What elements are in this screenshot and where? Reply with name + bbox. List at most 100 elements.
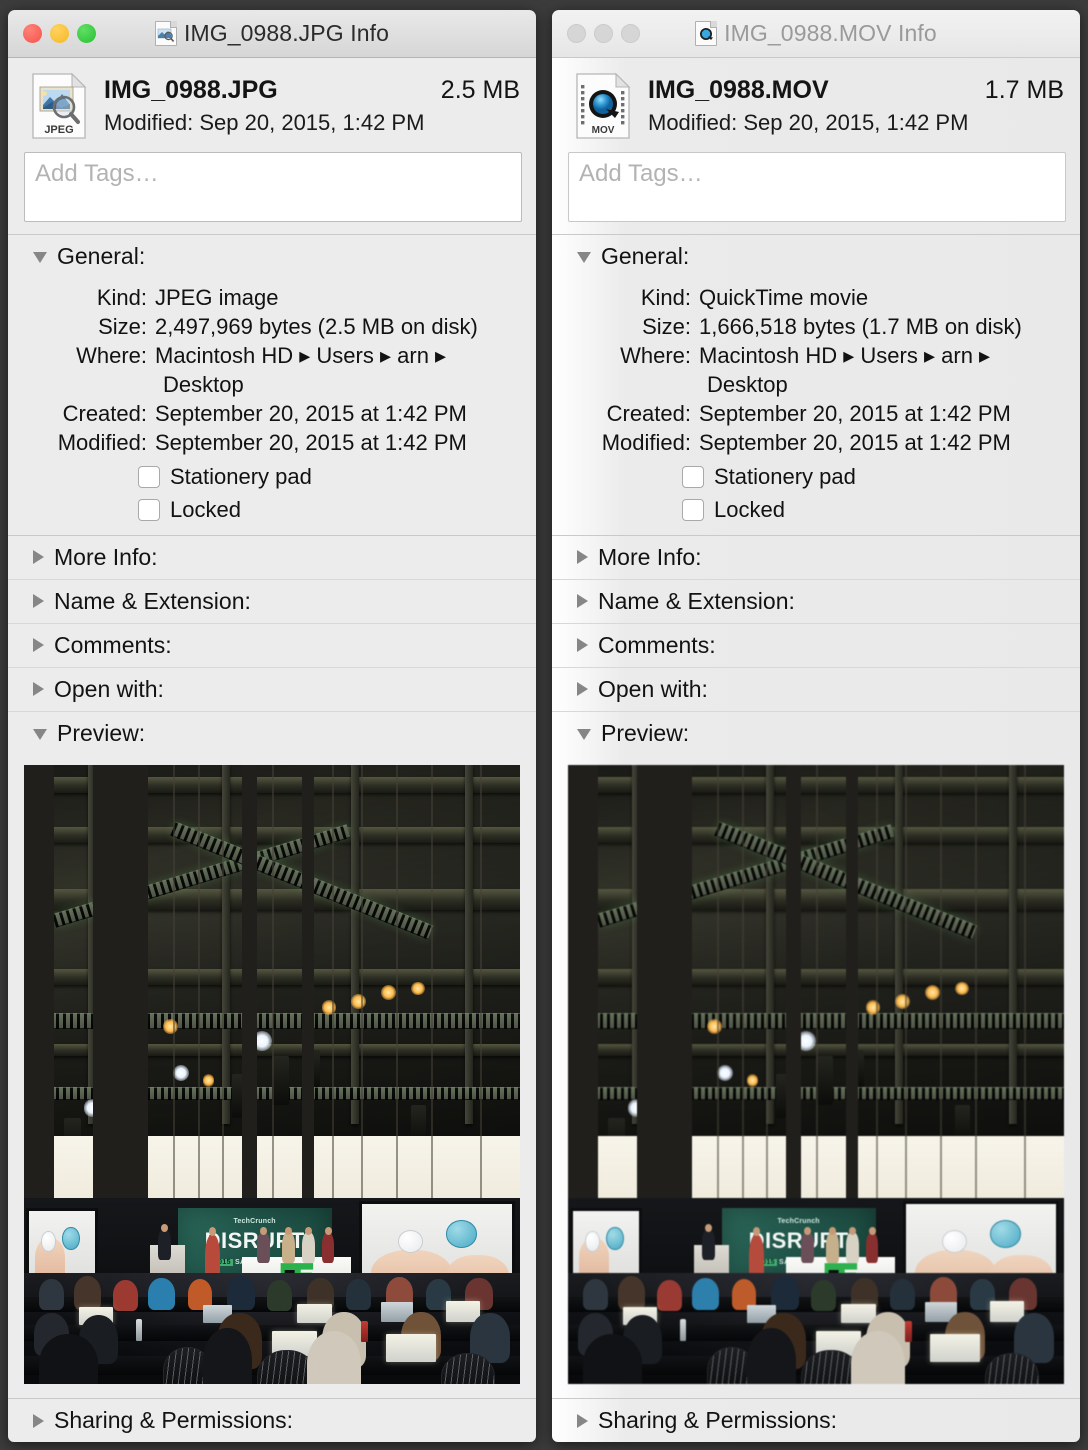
section-name-extension-mov[interactable]: Name & Extension: [552,580,1080,623]
value-where-mov: Macintosh HD ▸ Users ▸ arn ▸ [699,343,991,369]
section-name-extension-label-mov: Name & Extension: [598,587,795,614]
section-preview-mov[interactable]: Preview: [552,712,1080,755]
label-modified-mov: Modified: [601,429,691,455]
checkbox-icon[interactable] [138,498,160,521]
label-size-jpg: Size: [98,314,147,340]
tags-wrap-mov: Add Tags… [552,152,1080,234]
section-more-info-label-mov: More Info: [598,543,702,570]
section-sharing-label-jpg: Sharing & Permissions: [54,1407,294,1433]
section-name-extension-label-jpg: Name & Extension: [54,587,251,614]
file-header-text-mov: IMG_0988.MOV 1.7 MB Modified: Sep 20, 20… [648,72,1064,136]
checkbox-icon[interactable] [682,498,704,521]
general-body-mov: Kind: QuickTime movie Size: 1,666,518 by… [552,278,1080,535]
checkbox-stationery-pad-mov[interactable]: Stationery pad [568,464,1064,490]
section-more-info-label-jpg: More Info: [54,543,158,570]
label-where-mov: Where: [620,343,691,369]
section-sharing-permissions-mov[interactable]: Sharing & Permissions: [552,1399,1080,1442]
label-kind-jpg: Kind: [96,285,147,310]
info-row-created-mov: Created: September 20, 2015 at 1:42 PM [568,400,1064,428]
section-general-label-mov: General: [601,243,690,269]
value-size-jpg: 2,497,969 bytes (2.5 MB on disk) [155,314,478,340]
maximize-button[interactable] [621,24,640,43]
value-created-jpg: September 20, 2015 at 1:42 PM [155,400,467,426]
info-row-size-mov: Size: 1,666,518 bytes (1.7 MB on disk) [568,313,1064,341]
info-row-created-jpg: Created: September 20, 2015 at 1:42 PM [24,400,520,428]
label-kind-mov: Kind: [640,285,691,310]
value-modified-mov: September 20, 2015 at 1:42 PM [699,429,1011,455]
tags-input-mov[interactable]: Add Tags… [568,152,1066,222]
titlebar-mov[interactable]: IMG_0988.MOV Info [552,10,1080,58]
info-row-where-jpg: Where: Macintosh HD ▸ Users ▸ arn ▸ [24,342,520,370]
minimize-button[interactable] [594,24,613,43]
checkbox-label-locked-mov: Locked [714,496,785,522]
label-created-jpg: Created: [62,400,147,426]
section-comments-label-jpg: Comments: [54,631,172,658]
section-comments-label-mov: Comments: [598,631,716,658]
window-body-jpg: JPEG IMG_0988.JPG 2.5 MB Modified: Sep 2… [8,58,536,1442]
section-more-info-mov[interactable]: More Info: [552,536,1080,579]
close-button[interactable] [567,24,586,43]
section-general-mov[interactable]: General: [552,235,1080,278]
projection-screen-left [26,1207,99,1282]
checkbox-label-stationery-jpg: Stationery pad [170,463,312,489]
file-name-mov: IMG_0988.MOV [648,76,829,104]
traffic-lights-jpg[interactable] [8,24,96,43]
section-open-with-label-jpg: Open with: [54,675,164,702]
checkbox-locked-mov[interactable]: Locked [568,497,1064,523]
quicktime-document-icon [695,21,718,46]
label-size-mov: Size: [642,314,691,340]
section-sharing-label-mov: Sharing & Permissions: [598,1407,838,1433]
value-created-mov: September 20, 2015 at 1:42 PM [699,400,1011,426]
jpeg-file-icon-large: JPEG [28,72,90,140]
checkbox-stationery-pad-jpg[interactable]: Stationery pad [24,464,520,490]
window-body-mov: MOV IMG_0988.MOV 1.7 MB Modified: Sep 20… [552,58,1080,1442]
section-open-with-mov[interactable]: Open with: [552,668,1080,711]
file-header-jpg: JPEG IMG_0988.JPG 2.5 MB Modified: Sep 2… [8,58,536,152]
minimize-button[interactable] [50,24,69,43]
section-more-info-jpg[interactable]: More Info: [8,536,536,579]
file-modified-mov: Modified: Sep 20, 2015, 1:42 PM [648,110,969,135]
label-modified-jpg: Modified: [57,429,147,455]
section-comments-jpg[interactable]: Comments: [8,624,536,667]
chevron-right-icon [33,638,44,653]
checkbox-label-stationery-mov: Stationery pad [714,463,856,489]
label-created-mov: Created: [606,400,691,426]
section-comments-mov[interactable]: Comments: [552,624,1080,667]
svg-text:JPEG: JPEG [44,124,73,136]
section-sharing-permissions-jpg[interactable]: Sharing & Permissions: [8,1399,536,1442]
value-kind-jpg: JPEG image [155,285,279,310]
titlebar-jpg[interactable]: IMG_0988.JPG Info [8,10,536,58]
info-row-modified-mov: Modified: September 20, 2015 at 1:42 PM [568,429,1064,457]
section-open-with-label-mov: Open with: [598,675,708,702]
chevron-down-icon [33,252,47,263]
tags-placeholder-jpg: Add Tags… [35,160,159,187]
value-modified-jpg: September 20, 2015 at 1:42 PM [155,429,467,455]
value-size-mov: 1,666,518 bytes (1.7 MB on disk) [699,314,1022,340]
techcrunch-wordmark: TechCrunch [233,1217,276,1225]
info-row-kind-mov: Kind: QuickTime movie [568,284,1064,312]
info-window-mov[interactable]: IMG_0988.MOV Info MOV IMG_0988.MOV 1.7 M… [552,10,1080,1442]
checkbox-locked-jpg[interactable]: Locked [24,497,520,523]
section-name-extension-jpg[interactable]: Name & Extension: [8,580,536,623]
maximize-button[interactable] [77,24,96,43]
section-general-jpg[interactable]: General: [8,235,536,278]
chevron-right-icon [577,594,588,609]
checkbox-label-locked-jpg: Locked [170,496,241,522]
chevron-down-icon [33,728,47,740]
tags-placeholder-mov: Add Tags… [579,160,703,187]
preview-pad-jpg: TechCrunch DISRUPT 2015 SAN FRANCISCO [8,755,536,1398]
chevron-down-icon [577,252,591,263]
file-header-mov: MOV IMG_0988.MOV 1.7 MB Modified: Sep 20… [552,58,1080,152]
techcrunch-wordmark: TechCrunch [777,1217,820,1225]
checkbox-icon[interactable] [138,465,160,488]
projection-screen-left [570,1207,643,1282]
tags-wrap-jpg: Add Tags… [8,152,536,234]
traffic-lights-mov[interactable] [552,24,640,43]
tags-input-jpg[interactable]: Add Tags… [24,152,522,222]
section-preview-jpg[interactable]: Preview: [8,712,536,755]
chevron-right-icon [577,550,588,565]
info-window-jpg[interactable]: IMG_0988.JPG Info JPEG IMG_0988.JPG 2.5 … [8,10,536,1442]
checkbox-icon[interactable] [682,465,704,488]
section-open-with-jpg[interactable]: Open with: [8,668,536,711]
close-button[interactable] [23,24,42,43]
